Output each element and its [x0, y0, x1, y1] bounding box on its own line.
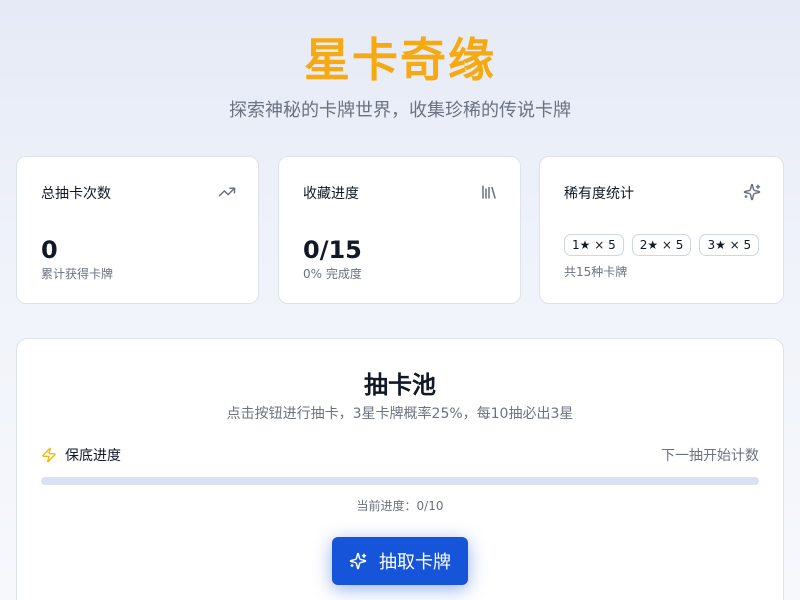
rarity-badges: 1★ × 5 2★ × 5 3★ × 5: [564, 234, 760, 256]
sparkles-icon: [743, 183, 761, 201]
rarity-badge-2star: 2★ × 5: [631, 234, 692, 256]
total-draws-caption: 累计获得卡牌: [41, 267, 114, 281]
draw-card-button-label: 抽取卡牌: [379, 552, 451, 573]
total-draws-label: 总抽卡次数: [41, 186, 111, 202]
draw-card-button[interactable]: 抽取卡牌: [332, 537, 468, 585]
pity-label-group: 保底进度: [41, 445, 121, 465]
pity-status: 下一抽开始计数: [661, 448, 759, 464]
pity-row: 保底进度 下一抽开始计数: [41, 445, 759, 467]
collection-progress-caption: 0% 完成度: [303, 267, 362, 281]
page-title: 星卡奇缘: [304, 33, 496, 87]
draw-pool-title: 抽卡池: [364, 371, 436, 399]
total-draws-card: 总抽卡次数 0 累计获得卡牌: [16, 156, 259, 304]
rarity-stats-card: 稀有度统计 1★ × 5 2★ × 5 3★ × 5 共15种卡牌: [539, 156, 784, 304]
lightning-icon: [41, 447, 57, 463]
pity-progress-bar: [41, 477, 759, 485]
draw-pool-description: 点击按钮进行抽卡，3星卡牌概率25%，每10抽必出3星: [226, 406, 574, 422]
pity-label: 保底进度: [65, 448, 121, 464]
collection-progress-card: 收藏进度 0/15 0% 完成度: [278, 156, 521, 304]
pity-progress-text: 当前进度：0/10: [356, 499, 444, 513]
total-draws-value: 0: [41, 236, 58, 264]
sparkles-icon: [349, 552, 367, 570]
page-subtitle: 探索神秘的卡牌世界，收集珍稀的传说卡牌: [229, 100, 571, 121]
collection-progress-label: 收藏进度: [303, 186, 359, 202]
rarity-badge-3star: 3★ × 5: [699, 234, 760, 256]
rarity-stats-caption: 共15种卡牌: [564, 265, 628, 279]
rarity-stats-label: 稀有度统计: [564, 186, 634, 202]
collection-progress-value: 0/15: [303, 236, 362, 264]
trending-up-icon: [218, 183, 236, 201]
draw-pool-card: 抽卡池 点击按钮进行抽卡，3星卡牌概率25%，每10抽必出3星 保底进度 下一抽…: [16, 338, 784, 600]
library-icon: [480, 183, 498, 201]
rarity-badge-1star: 1★ × 5: [564, 234, 624, 256]
